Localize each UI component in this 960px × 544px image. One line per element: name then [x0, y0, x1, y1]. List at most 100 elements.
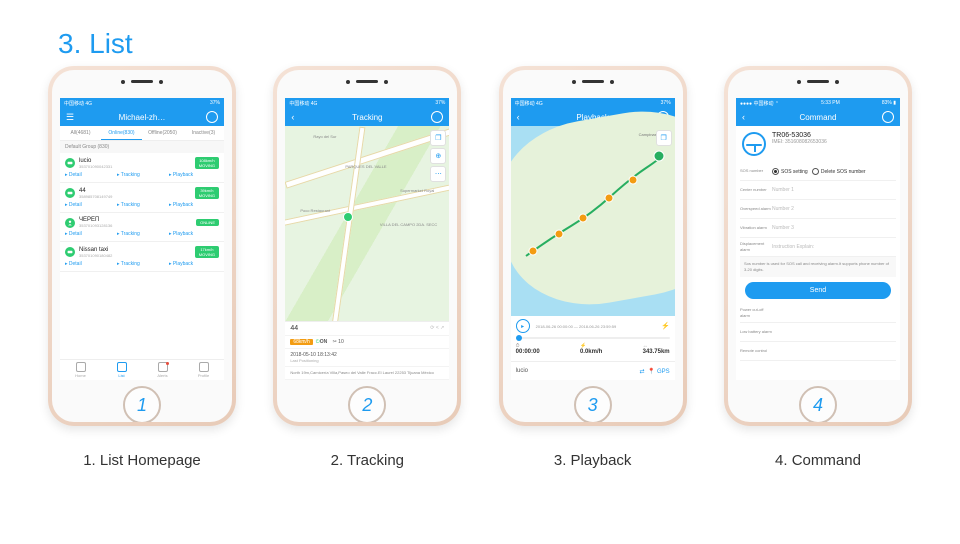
map-label: VILLA DEL CAMPO 2DA. SECC	[380, 222, 437, 227]
section-title: 3. List	[0, 0, 960, 64]
action-tracking[interactable]: ▸ Tracking	[117, 261, 167, 267]
form-row[interactable]: Power cut-off alarm	[740, 304, 896, 323]
header-title: Michael-zh…	[119, 113, 166, 122]
map-label: Poco Restaurant	[300, 208, 330, 213]
menu-icon[interactable]: ☰	[66, 112, 74, 123]
device-imei: 353701090042331	[79, 164, 112, 169]
caption-3: 3. Playback	[554, 452, 632, 469]
home-button[interactable]: 3	[574, 386, 612, 422]
device-card[interactable]: 4435898570814974939km/hMOVING▸ Detail▸ T…	[60, 183, 224, 213]
app-header: ‹ Tracking	[285, 108, 449, 126]
settings-icon[interactable]	[431, 111, 443, 123]
action-tracking[interactable]: ▸ Tracking	[117, 231, 167, 237]
form-row[interactable]: Vibration alarmNumber 3	[740, 219, 896, 238]
action-playback[interactable]: ▸ Playback	[169, 172, 219, 178]
play-button[interactable]: ▸	[516, 319, 530, 333]
device-card[interactable]: Nissan taxi353701090180482 17km/hMOVING ▸ …	[60, 242, 224, 272]
form-row[interactable]: Remote control	[740, 342, 896, 361]
route-line	[511, 126, 675, 330]
screen-playback: 中国移动 4G37% ‹ Playback Campinas ❐	[511, 98, 675, 380]
panel-actions[interactable]: ⟳ < ↗	[430, 325, 444, 331]
add-icon[interactable]	[206, 111, 218, 123]
caption-4: 4. Command	[775, 452, 861, 469]
car-icon	[65, 247, 75, 257]
device-imei: 353701093128136	[79, 223, 112, 228]
action-playback[interactable]: ▸ Playback	[169, 202, 219, 208]
layers-button[interactable]: ❐	[656, 130, 672, 146]
layers-button[interactable]: ❐	[430, 130, 446, 146]
map-view[interactable]: Rayo del Sur PARQUES DEL VALLE Poco Rest…	[285, 126, 449, 332]
map-label: Supermarket Royal	[400, 188, 434, 193]
playback-map[interactable]: Campinas ❐	[511, 126, 675, 330]
info-panel: 44 ⟳ < ↗ 68km/h⏻ON ✂ 10 2018-05-10 18:13…	[285, 321, 449, 380]
status-bar: ●●●● 中国移动 ⌃5:33 PM83% ▮	[736, 98, 900, 108]
screen-command: ●●●● 中国移动 ⌃5:33 PM83% ▮ ‹ Command TR06-5…	[736, 98, 900, 380]
back-icon[interactable]: ‹	[291, 112, 294, 122]
caption-2: 2. Tracking	[331, 452, 404, 469]
header-title: Tracking	[352, 113, 382, 122]
speed-tag: 68km/h	[290, 339, 312, 345]
status-badge: 108km/hMOVING	[195, 157, 219, 169]
speed-button[interactable]: ⚡	[661, 322, 670, 330]
more-button[interactable]: ⋯	[430, 166, 446, 182]
mode-switch[interactable]: ⇄ 📍 GPS	[639, 368, 669, 375]
tab-online[interactable]: Online(830)	[101, 126, 142, 140]
home-button[interactable]: 4	[799, 386, 837, 422]
app-header: ☰ Michael-zh…	[60, 108, 224, 126]
phone-1: 中国移动 4G37% ☰ Michael-zh… All(4681) Onlin…	[48, 66, 236, 469]
map-label: PARQUES DEL VALLE	[345, 164, 386, 169]
home-button[interactable]: 2	[348, 386, 386, 422]
action-tracking[interactable]: ▸ Tracking	[117, 202, 167, 208]
phones-row: 中国移动 4G37% ☰ Michael-zh… All(4681) Onlin…	[0, 66, 960, 469]
status-badge: 17km/hMOVING	[195, 246, 219, 258]
phone-number: 1	[137, 395, 147, 416]
caption-1: 1. List Homepage	[83, 452, 201, 469]
back-icon[interactable]: ‹	[742, 112, 745, 122]
home-button[interactable]: 1	[123, 386, 161, 422]
locate-button[interactable]: ⊕	[430, 148, 446, 164]
form-row[interactable]: Low battery alarm	[740, 323, 896, 342]
app-header: ‹ Command	[736, 108, 900, 126]
form-row[interactable]: SOS numberSOS setting Delete SOS number	[740, 162, 896, 181]
car-icon	[65, 188, 75, 198]
back-icon[interactable]: ‹	[517, 112, 520, 122]
tab-list[interactable]: List	[101, 360, 142, 380]
device-name: Nissan taxi	[79, 247, 112, 253]
tab-profile[interactable]: Profile	[183, 360, 224, 380]
history-icon[interactable]	[882, 111, 894, 123]
tab-inactive[interactable]: Inactive(3)	[183, 126, 224, 140]
action-detail[interactable]: ▸ Detail	[65, 231, 115, 237]
address: North 19m,Carnicería Villa,Paseo del Val…	[285, 367, 449, 380]
tab-alerts[interactable]: Alerts	[142, 360, 183, 380]
group-header[interactable]: Default Group (830)	[60, 141, 224, 153]
device-name: 44	[290, 325, 298, 332]
device-imei: IMEI: 351608082653036	[772, 139, 827, 145]
tab-offline[interactable]: Offline(2050)	[142, 126, 183, 140]
action-tracking[interactable]: ▸ Tracking	[117, 172, 167, 178]
status-bar: 中国移动 4G37%	[285, 98, 449, 108]
form-row[interactable]: Displacement alarmInstruction Explain:	[740, 238, 896, 257]
action-detail[interactable]: ▸ Detail	[65, 202, 115, 208]
action-playback[interactable]: ▸ Playback	[169, 231, 219, 237]
form-row[interactable]: Center numberNumber 1	[740, 181, 896, 200]
tab-all[interactable]: All(4681)	[60, 126, 101, 140]
action-detail[interactable]: ▸ Detail	[65, 172, 115, 178]
status-bar: 中国移动 4G37%	[60, 98, 224, 108]
progress-slider[interactable]	[516, 337, 670, 339]
screen-list: 中国移动 4G37% ☰ Michael-zh… All(4681) Onlin…	[60, 98, 224, 380]
person-icon	[65, 218, 75, 228]
device-imei: 353701090180482	[79, 253, 112, 258]
map-label: Rayo del Sur	[313, 134, 336, 139]
action-playback[interactable]: ▸ Playback	[169, 261, 219, 267]
form-row[interactable]: Overspeed alarmNumber 2	[740, 200, 896, 219]
header-title: Command	[800, 113, 837, 122]
device-card[interactable]: lucio353701090042331108km/hMOVING▸ Detai…	[60, 153, 224, 183]
action-detail[interactable]: ▸ Detail	[65, 261, 115, 267]
status-badge: 39km/hMOVING	[195, 187, 219, 199]
playback-bottombar: lucio ⇄ 📍 GPS	[511, 361, 675, 380]
send-button[interactable]: Send	[745, 282, 891, 299]
tab-home[interactable]: Home	[60, 360, 101, 380]
device-name: TR06-53036	[772, 132, 827, 139]
device-card[interactable]: ЧЕРЕП353701093128136ONLINE▸ Detail▸ Trac…	[60, 213, 224, 242]
bottom-tabbar: Home List Alerts Profile	[60, 359, 224, 380]
